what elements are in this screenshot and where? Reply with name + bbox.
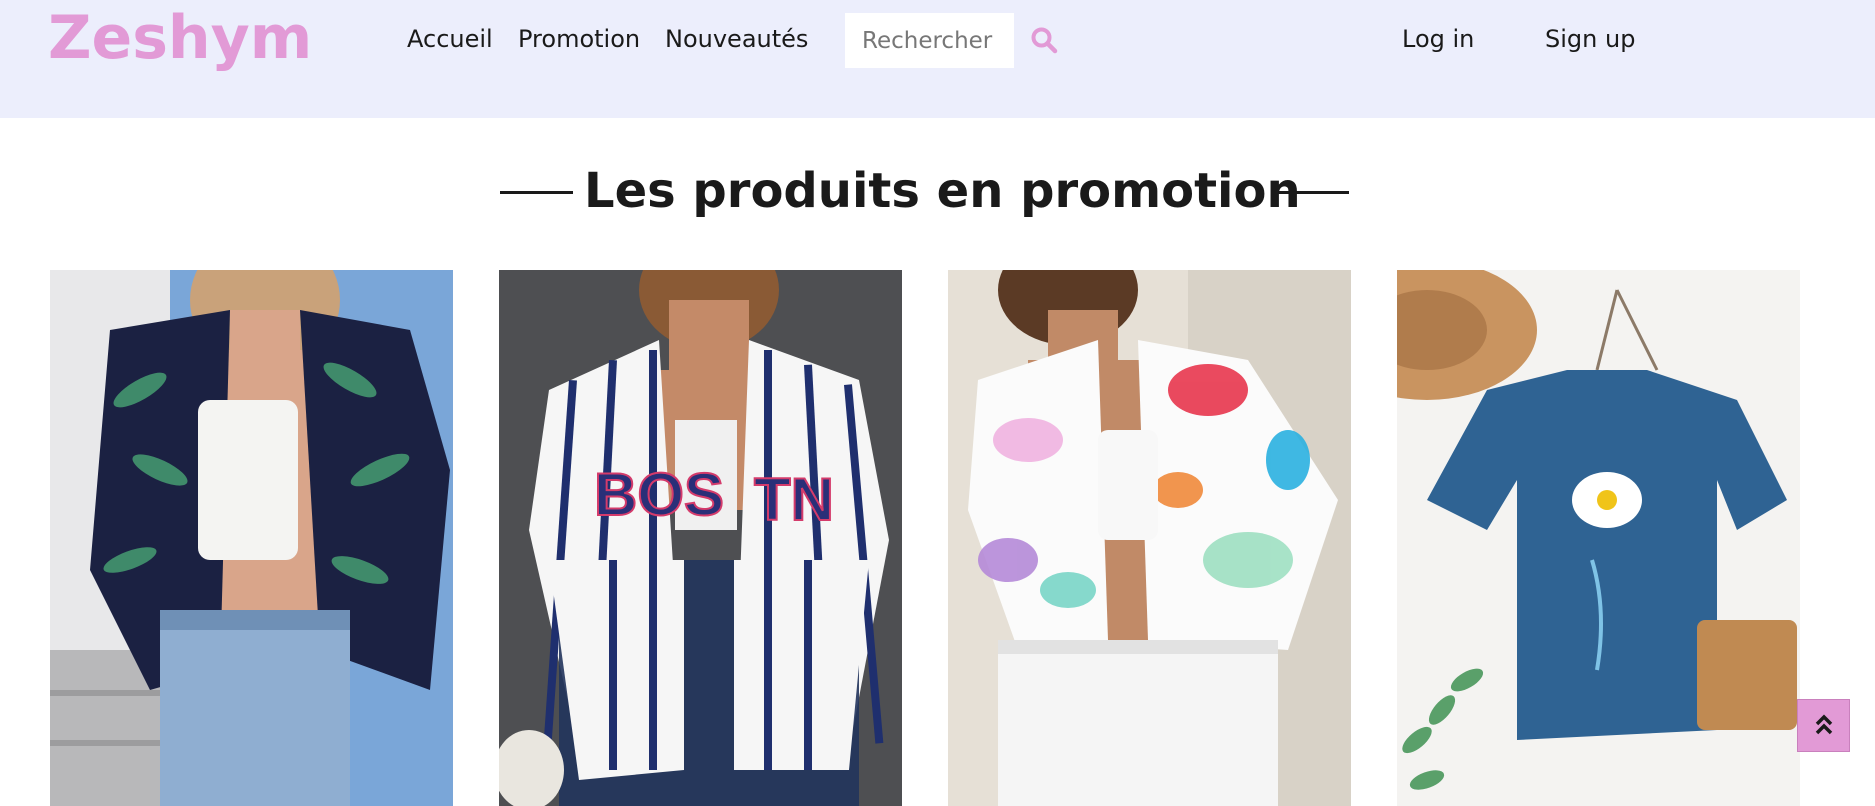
nav-link-promotion[interactable]: Promotion — [518, 22, 640, 56]
product-image-1 — [50, 270, 453, 806]
product-image-3 — [948, 270, 1351, 806]
login-link[interactable]: Log in — [1402, 22, 1474, 56]
product-card-4[interactable] — [1397, 270, 1800, 806]
signup-link[interactable]: Sign up — [1545, 22, 1635, 56]
double-chevron-up-icon — [1815, 714, 1833, 735]
site-header: Zeshym Accueil Promotion Nouveautés Log … — [0, 0, 1875, 118]
title-line-right — [1276, 191, 1349, 194]
product-card-2[interactable]: BOS TN — [499, 270, 902, 806]
product-card-1[interactable] — [50, 270, 453, 806]
search-input[interactable] — [845, 13, 1014, 68]
title-line-left — [500, 191, 573, 194]
section-title: Les produits en promotion — [584, 163, 1301, 219]
svg-text:TN: TN — [754, 466, 834, 533]
section-heading: Les produits en promotion — [0, 158, 1875, 224]
product-card-3[interactable] — [948, 270, 1351, 806]
product-image-2: BOS TN — [499, 270, 902, 806]
nav-link-nouveautes[interactable]: Nouveautés — [665, 22, 808, 56]
scroll-to-top-button[interactable] — [1797, 699, 1850, 752]
svg-text:BOS: BOS — [594, 461, 724, 528]
nav-link-accueil[interactable]: Accueil — [407, 22, 493, 56]
logo[interactable]: Zeshym — [48, 0, 312, 76]
product-image-4 — [1397, 270, 1800, 806]
search-icon[interactable] — [1030, 26, 1058, 54]
